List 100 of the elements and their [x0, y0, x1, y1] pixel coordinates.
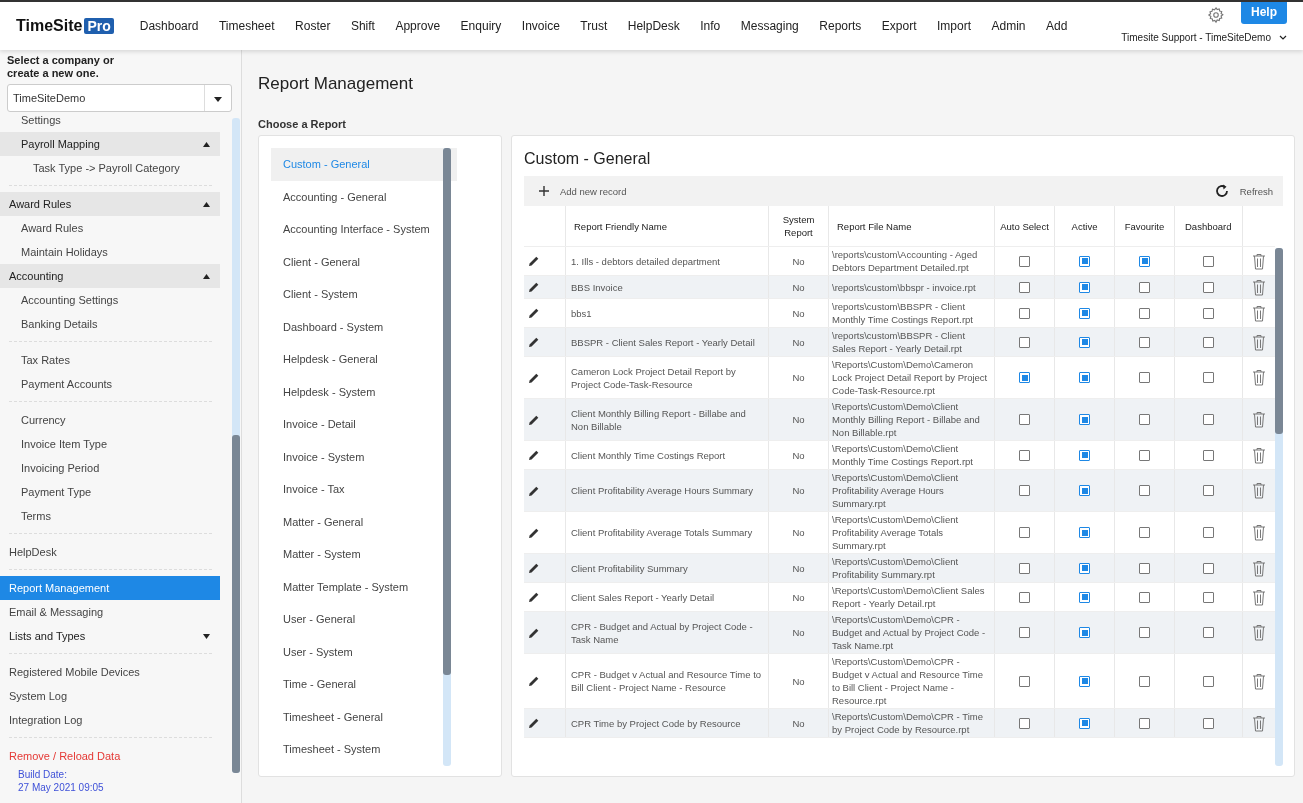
checkbox[interactable]: [1019, 414, 1030, 425]
checkbox[interactable]: [1019, 307, 1030, 319]
checkbox[interactable]: [1139, 527, 1150, 538]
checkbox[interactable]: [1019, 255, 1030, 267]
checkbox[interactable]: [1079, 414, 1090, 425]
pencil-icon[interactable]: [528, 484, 540, 497]
column-header[interactable]: Report File Name: [829, 206, 995, 246]
checkbox[interactable]: [1139, 414, 1150, 425]
column-header[interactable]: Active: [1055, 206, 1115, 246]
checkbox[interactable]: [1079, 485, 1090, 496]
report-category-item[interactable]: Client - General: [271, 245, 457, 278]
sidebar-item[interactable]: HelpDesk: [0, 540, 220, 564]
checkbox[interactable]: [1203, 717, 1214, 729]
checkbox[interactable]: [1203, 281, 1214, 293]
settings-icon[interactable]: [1207, 6, 1225, 24]
checkbox[interactable]: [1079, 627, 1090, 638]
sidebar-item[interactable]: Currency: [0, 408, 220, 432]
column-header[interactable]: Favourite: [1115, 206, 1175, 246]
checkbox[interactable]: [1079, 449, 1090, 461]
report-category-item[interactable]: Invoice - Detail: [271, 408, 457, 441]
caret-icon[interactable]: [203, 141, 210, 147]
checkbox[interactable]: [1139, 675, 1150, 687]
sidebar-item[interactable]: Integration Log: [0, 708, 220, 732]
pencil-icon[interactable]: [528, 675, 540, 687]
scrollbar-thumb[interactable]: [1275, 248, 1283, 434]
trash-icon[interactable]: [1252, 446, 1266, 464]
pencil-icon[interactable]: [528, 281, 540, 293]
nav-link[interactable]: Invoice: [521, 19, 560, 33]
column-header[interactable]: System Report: [769, 206, 829, 246]
column-header[interactable]: Dashboard: [1175, 206, 1243, 246]
checkbox[interactable]: [1139, 372, 1150, 383]
trash-icon[interactable]: [1252, 369, 1266, 386]
sidebar-item[interactable]: System Log: [0, 684, 220, 708]
column-header[interactable]: Report Friendly Name: [566, 206, 769, 246]
trash-icon[interactable]: [1252, 588, 1266, 606]
report-category-item[interactable]: Matter - General: [271, 505, 457, 538]
trash-icon[interactable]: [1252, 333, 1266, 351]
report-category-item[interactable]: Matter - System: [271, 538, 457, 571]
pencil-icon[interactable]: [528, 336, 540, 348]
nav-link[interactable]: Shift: [350, 19, 375, 33]
nav-link[interactable]: Roster: [295, 19, 331, 33]
checkbox[interactable]: [1019, 281, 1030, 293]
nav-link[interactable]: Dashboard: [139, 19, 199, 33]
checkbox[interactable]: [1139, 449, 1150, 461]
checkbox[interactable]: [1203, 675, 1214, 687]
trash-icon[interactable]: [1252, 411, 1266, 428]
add-record-button[interactable]: Add new record: [538, 185, 627, 197]
nav-link[interactable]: Export: [881, 19, 917, 33]
trash-icon[interactable]: [1252, 559, 1266, 577]
checkbox[interactable]: [1079, 717, 1090, 729]
sidebar-group-header[interactable]: Accounting: [0, 264, 220, 288]
pencil-icon[interactable]: [528, 626, 540, 639]
checkbox[interactable]: [1139, 281, 1150, 293]
report-category-item[interactable]: Matter Template - System: [271, 570, 457, 603]
checkbox[interactable]: [1079, 307, 1090, 319]
checkbox[interactable]: [1079, 336, 1090, 348]
pencil-icon[interactable]: [528, 371, 540, 384]
nav-link[interactable]: Approve: [395, 19, 441, 33]
timesite-logo[interactable]: TimeSite Pro: [16, 17, 114, 35]
checkbox[interactable]: [1019, 591, 1030, 603]
company-select[interactable]: TimeSiteDemo: [7, 84, 232, 112]
sidebar-item[interactable]: Payment Accounts: [0, 372, 220, 396]
checkbox[interactable]: [1079, 372, 1090, 383]
sidebar-item[interactable]: Banking Details: [0, 312, 220, 336]
sidebar-item[interactable]: Lists and Types: [0, 624, 220, 648]
checkbox[interactable]: [1019, 562, 1030, 574]
checkbox[interactable]: [1019, 372, 1030, 383]
help-button[interactable]: Help: [1241, 2, 1287, 24]
nav-link[interactable]: Messaging: [740, 19, 799, 33]
scrollbar-thumb[interactable]: [232, 435, 240, 773]
trash-icon[interactable]: [1252, 304, 1266, 322]
trash-icon[interactable]: [1252, 624, 1266, 641]
checkbox[interactable]: [1079, 591, 1090, 603]
checkbox[interactable]: [1203, 255, 1214, 267]
sidebar-item[interactable]: Registered Mobile Devices: [0, 660, 220, 684]
sidebar-item[interactable]: Report Management: [0, 576, 220, 600]
report-category-item[interactable]: Accounting Interface - System: [271, 213, 457, 246]
checkbox[interactable]: [1019, 336, 1030, 348]
checkbox[interactable]: [1203, 591, 1214, 603]
checkbox[interactable]: [1203, 485, 1214, 496]
dropdown-caret-icon[interactable]: [214, 97, 222, 102]
checkbox[interactable]: [1019, 717, 1030, 729]
report-category-item[interactable]: Dashboard - System: [271, 310, 457, 343]
nav-link[interactable]: Import: [937, 19, 972, 33]
column-header[interactable]: Auto Select: [995, 206, 1055, 246]
checkbox[interactable]: [1019, 527, 1030, 538]
checkbox[interactable]: [1019, 485, 1030, 496]
checkbox[interactable]: [1079, 281, 1090, 293]
checkbox[interactable]: [1139, 255, 1150, 267]
checkbox[interactable]: [1079, 527, 1090, 538]
nav-link[interactable]: Timesheet: [218, 19, 275, 33]
report-category-item[interactable]: User - System: [271, 635, 457, 668]
checkbox[interactable]: [1079, 562, 1090, 574]
checkbox[interactable]: [1139, 336, 1150, 348]
caret-icon[interactable]: [203, 201, 210, 207]
sidebar-item[interactable]: Terms: [0, 504, 220, 528]
sidebar-group-header[interactable]: Payroll Mapping: [0, 132, 220, 156]
user-menu[interactable]: Timesite Support - TimeSiteDemo: [1121, 32, 1287, 50]
nav-link[interactable]: Add: [1046, 19, 1068, 33]
nav-link[interactable]: Trust: [580, 19, 608, 33]
